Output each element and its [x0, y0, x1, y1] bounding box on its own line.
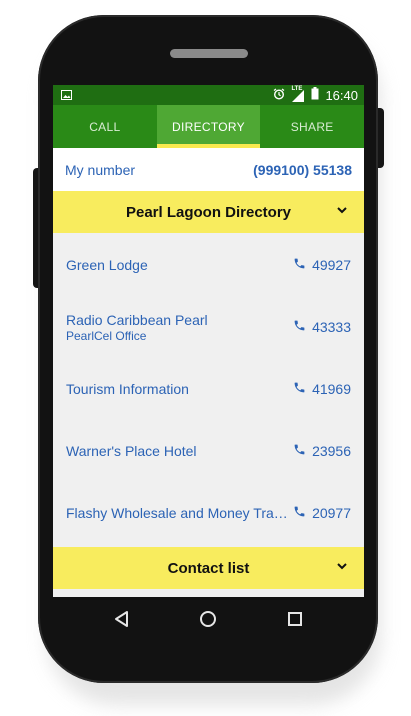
list-item[interactable]: Tourism Information 41969: [53, 358, 364, 420]
signal-icon: LTE: [291, 86, 305, 102]
tab-directory[interactable]: DIRECTORY: [156, 105, 261, 148]
call-link[interactable]: 41969: [293, 381, 351, 397]
phone-icon: [293, 381, 306, 397]
home-icon[interactable]: [197, 608, 219, 630]
call-link[interactable]: 20977: [293, 505, 351, 521]
tab-bar: CALL DIRECTORY SHARE: [53, 105, 364, 148]
back-icon[interactable]: [111, 608, 133, 630]
navigation-bar: [53, 597, 364, 641]
call-link[interactable]: 49927: [293, 257, 351, 273]
alarm-icon: [273, 87, 285, 103]
app-screen: LTE 16:40 CALL DIRECTORY SHARE My number…: [53, 85, 364, 597]
my-number-value: (999100) 55138: [253, 161, 352, 178]
entry-name: Green Lodge: [66, 257, 148, 273]
status-time: 16:40: [325, 87, 358, 103]
chevron-down-icon: [336, 203, 348, 220]
list-item[interactable]: Flashy Wholesale and Money Trans... 2097…: [53, 482, 364, 544]
directory-list: Green Lodge 49927 Radio Caribbean Pearl …: [53, 234, 364, 544]
recents-icon[interactable]: [284, 608, 306, 630]
phone-icon: [293, 505, 306, 521]
list-item[interactable]: Warner's Place Hotel 23956: [53, 420, 364, 482]
entry-name: Tourism Information: [66, 381, 189, 397]
screenshot-icon: [61, 88, 72, 103]
my-number-row: My number (999100) 55138: [53, 148, 364, 191]
entry-name: Radio Caribbean Pearl: [66, 311, 208, 328]
entry-name: Warner's Place Hotel: [66, 443, 197, 459]
battery-icon: [311, 87, 319, 103]
entry-number: 20977: [312, 505, 351, 521]
entry-number: 23956: [312, 443, 351, 459]
chevron-down-icon: [336, 559, 348, 576]
entry-number: 43333: [312, 319, 351, 335]
earpiece-speaker: [170, 49, 248, 58]
entry-number: 49927: [312, 257, 351, 273]
directory-title: Pearl Lagoon Directory: [125, 203, 292, 221]
call-link[interactable]: 23956: [293, 443, 351, 459]
directory-header[interactable]: Pearl Lagoon Directory: [53, 191, 364, 233]
phone-icon: [293, 443, 306, 459]
contact-list-header[interactable]: Contact list: [53, 547, 364, 589]
status-bar: LTE 16:40: [53, 85, 364, 105]
my-number-label: My number: [65, 161, 136, 178]
contact-list-title: Contact list: [167, 559, 250, 577]
entry-name: Flashy Wholesale and Money Trans...: [66, 505, 294, 521]
phone-icon: [293, 257, 306, 273]
list-item[interactable]: Green Lodge 49927: [53, 234, 364, 296]
tab-share[interactable]: SHARE: [260, 105, 364, 148]
list-item[interactable]: Radio Caribbean Pearl PearlCel Office 43…: [53, 296, 364, 358]
tab-call[interactable]: CALL: [53, 105, 157, 148]
call-link[interactable]: 43333: [293, 319, 351, 335]
entry-number: 41969: [312, 381, 351, 397]
phone-icon: [293, 319, 306, 335]
entry-subtitle: PearlCel Office: [66, 328, 147, 343]
